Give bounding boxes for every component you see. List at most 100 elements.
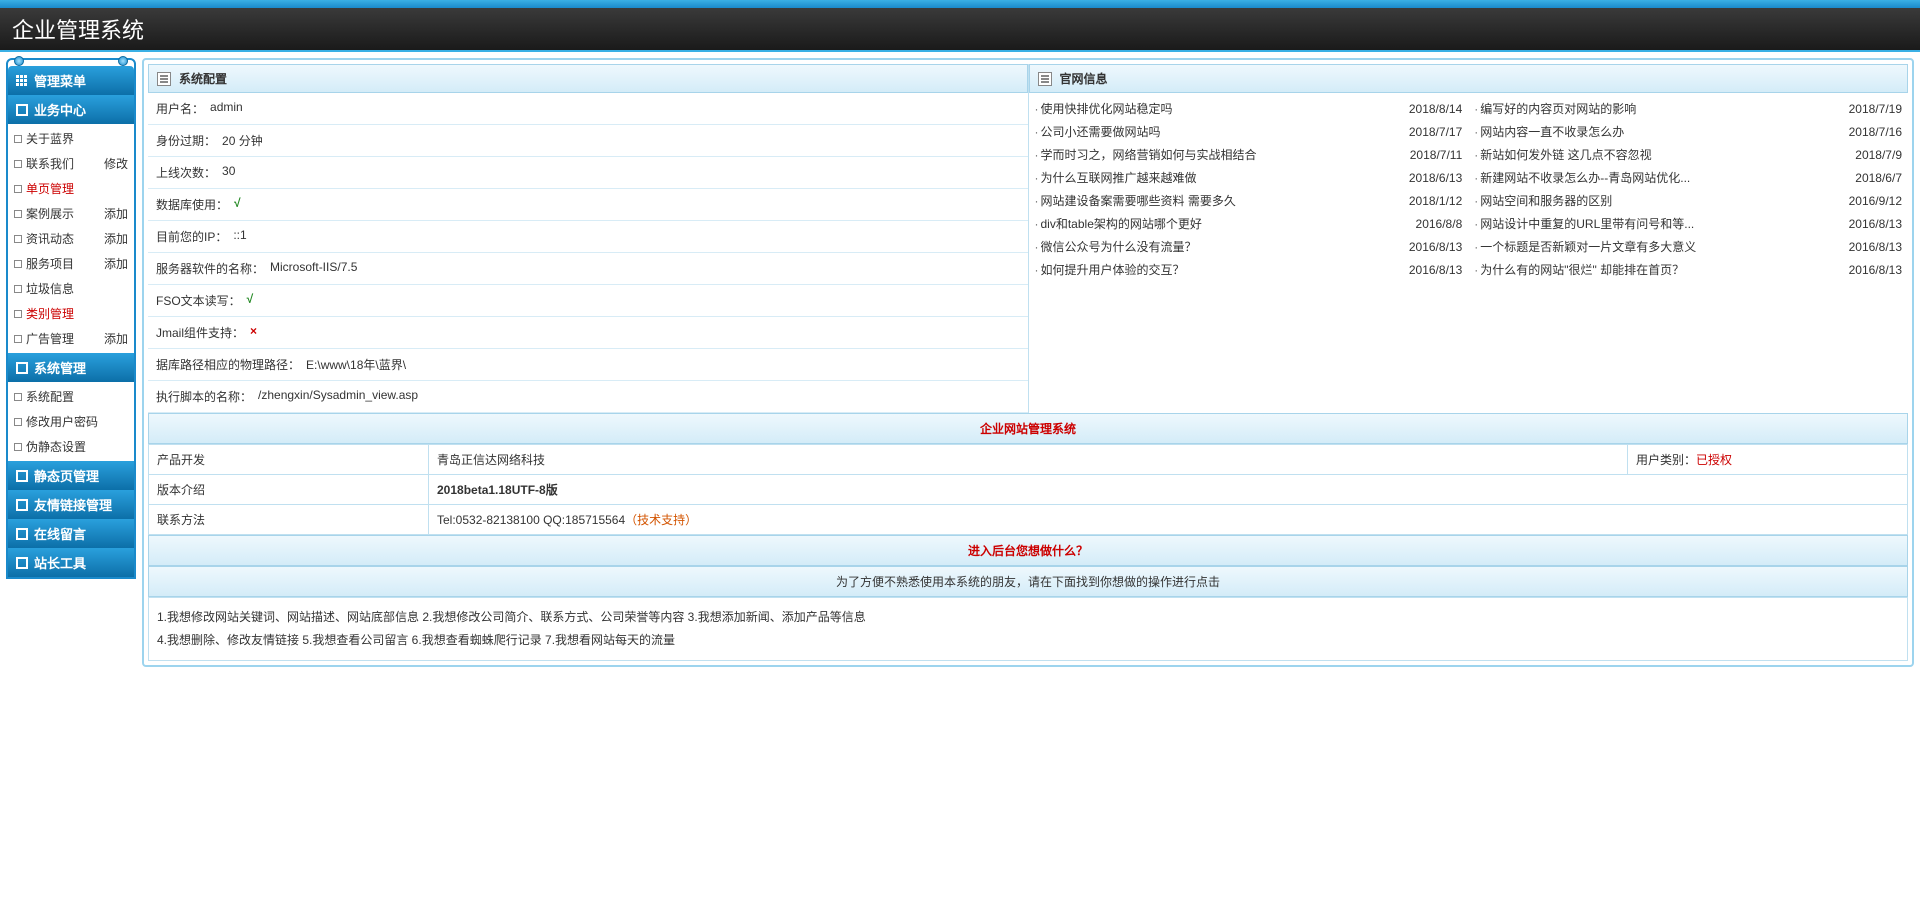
kv-value: ::1: [233, 228, 246, 245]
news-date: 2018/7/9: [1855, 148, 1902, 162]
sidebar-item[interactable]: 单页管理: [8, 176, 134, 201]
sidebar-item-extra[interactable]: 添加: [104, 205, 128, 222]
sidebar-item-extra[interactable]: 添加: [104, 230, 128, 247]
menu-bar-label: 在线留言: [34, 524, 86, 543]
sidebar-item[interactable]: 系统配置: [8, 384, 134, 409]
help-subtitle-bar: 为了方便不熟悉使用本系统的朋友，请在下面找到你想做的操作进行点击: [148, 566, 1908, 597]
news-item: ·div和table架构的网站哪个更好 2016/8/8: [1035, 212, 1463, 235]
sidebar: 管理菜单 业务中心关于蓝界联系我们修改单页管理案例展示添加资讯动态添加服务项目添…: [6, 58, 136, 667]
square-icon: [16, 470, 28, 482]
kv-key: 执行脚本的名称：: [156, 388, 252, 405]
help-line-1[interactable]: 1.我想修改网站关键词、网站描述、网站底部信息 2.我想修改公司简介、联系方式、…: [157, 606, 1899, 629]
bullet-icon: [14, 235, 22, 243]
menu-bar-item[interactable]: 静态页管理: [8, 461, 134, 490]
news-title[interactable]: div和table架构的网站哪个更好: [1041, 215, 1408, 232]
product-value: Tel:0532-82138100 QQ:185715564（技术支持）: [429, 505, 1908, 535]
siteinfo-title-row: 官网信息: [1029, 64, 1909, 93]
news-date: 2016/8/13: [1409, 240, 1462, 254]
news-title[interactable]: 为什么有的网站"很烂" 却能排在首页？: [1480, 261, 1840, 278]
app-title: 企业管理系统: [12, 13, 144, 45]
header: 企业管理系统: [0, 8, 1920, 52]
bullet-icon: [14, 310, 22, 318]
kv-value: ×: [250, 324, 257, 341]
news-title[interactable]: 使用快排优化网站稳定吗: [1041, 100, 1401, 117]
product-bar-title: 企业网站管理系统: [980, 422, 1076, 436]
news-title[interactable]: 微信公众号为什么没有流量？: [1041, 238, 1401, 255]
sidebar-item-label: 关于蓝界: [26, 130, 74, 147]
help-line-2[interactable]: 4.我想删除、修改友情链接 5.我想查看公司留言 6.我想查看蜘蛛爬行记录 7.…: [157, 629, 1899, 652]
sidebar-item[interactable]: 资讯动态 添加: [8, 226, 134, 251]
help-bar-title: 进入后台您想做什么？: [968, 544, 1088, 558]
news-title[interactable]: 如何提升用户体验的交互？: [1041, 261, 1401, 278]
menu-bar-label: 静态页管理: [34, 466, 99, 485]
sidebar-item-extra[interactable]: 修改: [104, 155, 128, 172]
news-title[interactable]: 新建网站不收录怎么办--青岛网站优化...: [1480, 169, 1847, 186]
news-date: 2016/8/13: [1849, 217, 1902, 231]
news-title[interactable]: 网站空间和服务器的区别: [1480, 192, 1840, 209]
kv-key: FSO文本读写：: [156, 292, 241, 309]
kv-value: 30: [222, 164, 235, 181]
product-table: 产品开发青岛正信达网络科技用户类别：已授权版本介绍2018beta1.18UTF…: [148, 444, 1908, 535]
bullet-icon: [14, 160, 22, 168]
kv-key: 用户名：: [156, 100, 204, 117]
sidebar-item-label: 资讯动态: [26, 230, 74, 247]
sidebar-item[interactable]: 关于蓝界: [8, 126, 134, 151]
sidebar-item[interactable]: 案例展示添加: [8, 201, 134, 226]
menu-header-main: 管理菜单: [8, 66, 134, 95]
news-date: 2018/6/7: [1855, 171, 1902, 185]
sysconfig-row: 目前您的IP：::1: [148, 221, 1028, 253]
kv-key: 据库路径相应的物理路径：: [156, 356, 300, 373]
sidebar-knobs: [8, 56, 134, 66]
bullet-icon: ·: [1035, 217, 1039, 231]
square-icon: [16, 362, 28, 374]
kv-key: 数据库使用：: [156, 196, 228, 213]
menu-bar-item[interactable]: 友情链接管理: [8, 490, 134, 519]
news-item: ·网站空间和服务器的区别2016/9/12: [1474, 189, 1902, 212]
news-title[interactable]: 新站如何发外链 这几点不容忽视: [1480, 146, 1847, 163]
product-right: 用户类别：已授权: [1628, 445, 1908, 475]
news-date: 2016/8/13: [1849, 240, 1902, 254]
sidebar-item[interactable]: 联系我们修改: [8, 151, 134, 176]
news-item: ·网站内容一直不收录怎么办2018/7/16: [1474, 120, 1902, 143]
menu-bar-item[interactable]: 在线留言: [8, 519, 134, 548]
menu-group-header[interactable]: 业务中心: [8, 95, 134, 124]
kv-key: 服务器软件的名称：: [156, 260, 264, 277]
tech-support-link[interactable]: （技术支持）: [625, 513, 697, 527]
news-item: ·使用快排优化网站稳定吗2018/8/14: [1035, 97, 1463, 120]
top-two-columns: 系统配置 用户名：admin身份过期：20 分钟上线次数：30数据库使用：√目前…: [148, 64, 1908, 413]
sidebar-item[interactable]: 服务项目添加: [8, 251, 134, 276]
sysconfig-row: 用户名：admin: [148, 93, 1028, 125]
sidebar-item-extra[interactable]: 添加: [104, 330, 128, 347]
sidebar-item-extra[interactable]: 添加: [104, 255, 128, 272]
bullet-icon: ·: [1474, 194, 1478, 208]
kv-key: 上线次数：: [156, 164, 216, 181]
news-title[interactable]: 网站建设备案需要哪些资料 需要多久: [1041, 192, 1401, 209]
news-title[interactable]: 编写好的内容页对网站的影响: [1480, 100, 1840, 117]
sysconfig-title: 系统配置: [179, 70, 227, 87]
sysconfig-title-row: 系统配置: [148, 64, 1028, 93]
bullet-icon: ·: [1474, 217, 1478, 231]
news-title[interactable]: 公司小还需要做网站吗: [1041, 123, 1401, 140]
sidebar-item[interactable]: 类别管理: [8, 301, 134, 326]
news-date: 2018/7/19: [1849, 102, 1902, 116]
news-title[interactable]: 学而时习之，网络营销如何与实战相结合: [1041, 146, 1402, 163]
bullet-icon: ·: [1035, 148, 1039, 162]
menu-bar-item[interactable]: 站长工具: [8, 548, 134, 577]
sidebar-item[interactable]: 垃圾信息: [8, 276, 134, 301]
menu-title: 管理菜单: [34, 71, 86, 90]
help-section-bar: 进入后台您想做什么？: [148, 535, 1908, 566]
news-title[interactable]: 网站内容一直不收录怎么办: [1480, 123, 1840, 140]
news-title[interactable]: 网站设计中重复的URL里带有问号和等...: [1480, 215, 1840, 232]
menu-group-header[interactable]: 系统管理: [8, 353, 134, 382]
sysconfig-row: 上线次数： 30: [148, 157, 1028, 189]
news-date: 2016/8/8: [1416, 217, 1463, 231]
news-title[interactable]: 为什么互联网推广越来越难做: [1041, 169, 1401, 186]
square-icon: [16, 528, 28, 540]
news-title[interactable]: 一个标题是否新颖对一片文章有多大意义: [1480, 238, 1840, 255]
sidebar-item[interactable]: 修改用户密码: [8, 409, 134, 434]
news-item: ·学而时习之，网络营销如何与实战相结合2018/7/11: [1035, 143, 1463, 166]
kv-key: 身份过期：: [156, 132, 216, 149]
sidebar-item[interactable]: 广告管理添加: [8, 326, 134, 351]
sidebar-item-label: 垃圾信息: [26, 280, 74, 297]
sidebar-item[interactable]: 伪静态设置: [8, 434, 134, 459]
